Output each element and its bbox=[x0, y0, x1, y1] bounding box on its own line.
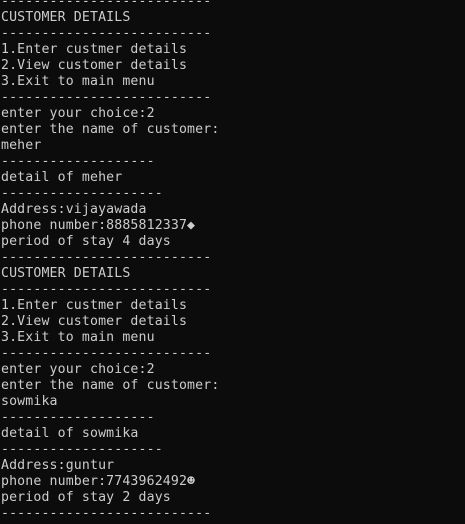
customer-stay: period of stay 4 days bbox=[1, 234, 171, 249]
customer-address: Address:vijayawada bbox=[1, 202, 147, 217]
menu-option-view: 2.View customer details bbox=[1, 58, 188, 73]
divider-line: -------------------------- bbox=[1, 0, 212, 9]
name-prompt: enter the name of customer: bbox=[1, 378, 220, 393]
customer-phone: phone number:8885812337◆ bbox=[1, 218, 196, 233]
choice-prompt: enter your choice:2 bbox=[1, 362, 155, 377]
menu-option-enter: 1.Enter custmer details bbox=[1, 298, 188, 313]
detail-heading: detail of sowmika bbox=[1, 426, 139, 441]
divider-line: ------------------- bbox=[1, 410, 155, 425]
menu-heading: CUSTOMER DETAILS bbox=[1, 266, 131, 281]
detail-heading: detail of meher bbox=[1, 170, 123, 185]
choice-prompt: enter your choice:2 bbox=[1, 106, 155, 121]
menu-heading: CUSTOMER DETAILS bbox=[1, 10, 131, 25]
divider-line: -------------------------- bbox=[1, 282, 212, 297]
divider-line: -------------------- bbox=[1, 186, 163, 201]
divider-line: -------------------------- bbox=[1, 506, 212, 521]
divider-line: -------------------------- bbox=[1, 90, 212, 105]
console-output[interactable]: -------------------------- CUSTOMER DETA… bbox=[0, 0, 465, 524]
divider-line: ------------------- bbox=[1, 154, 155, 169]
customer-address: Address:guntur bbox=[1, 458, 115, 473]
divider-line: -------------------------- bbox=[1, 26, 212, 41]
divider-line: -------------------------- bbox=[1, 250, 212, 265]
divider-line: -------------------------- bbox=[1, 346, 212, 361]
customer-phone: phone number:7743962492☻ bbox=[1, 474, 196, 489]
customer-stay: period of stay 2 days bbox=[1, 490, 171, 505]
divider-line: -------------------- bbox=[1, 442, 163, 457]
menu-option-view: 2.View customer details bbox=[1, 314, 188, 329]
menu-option-enter: 1.Enter custmer details bbox=[1, 42, 188, 57]
user-input-name: sowmika bbox=[1, 394, 58, 409]
user-input-name: meher bbox=[1, 138, 42, 153]
menu-option-exit: 3.Exit to main menu bbox=[1, 330, 155, 345]
name-prompt: enter the name of customer: bbox=[1, 122, 220, 137]
menu-option-exit: 3.Exit to main menu bbox=[1, 74, 155, 89]
